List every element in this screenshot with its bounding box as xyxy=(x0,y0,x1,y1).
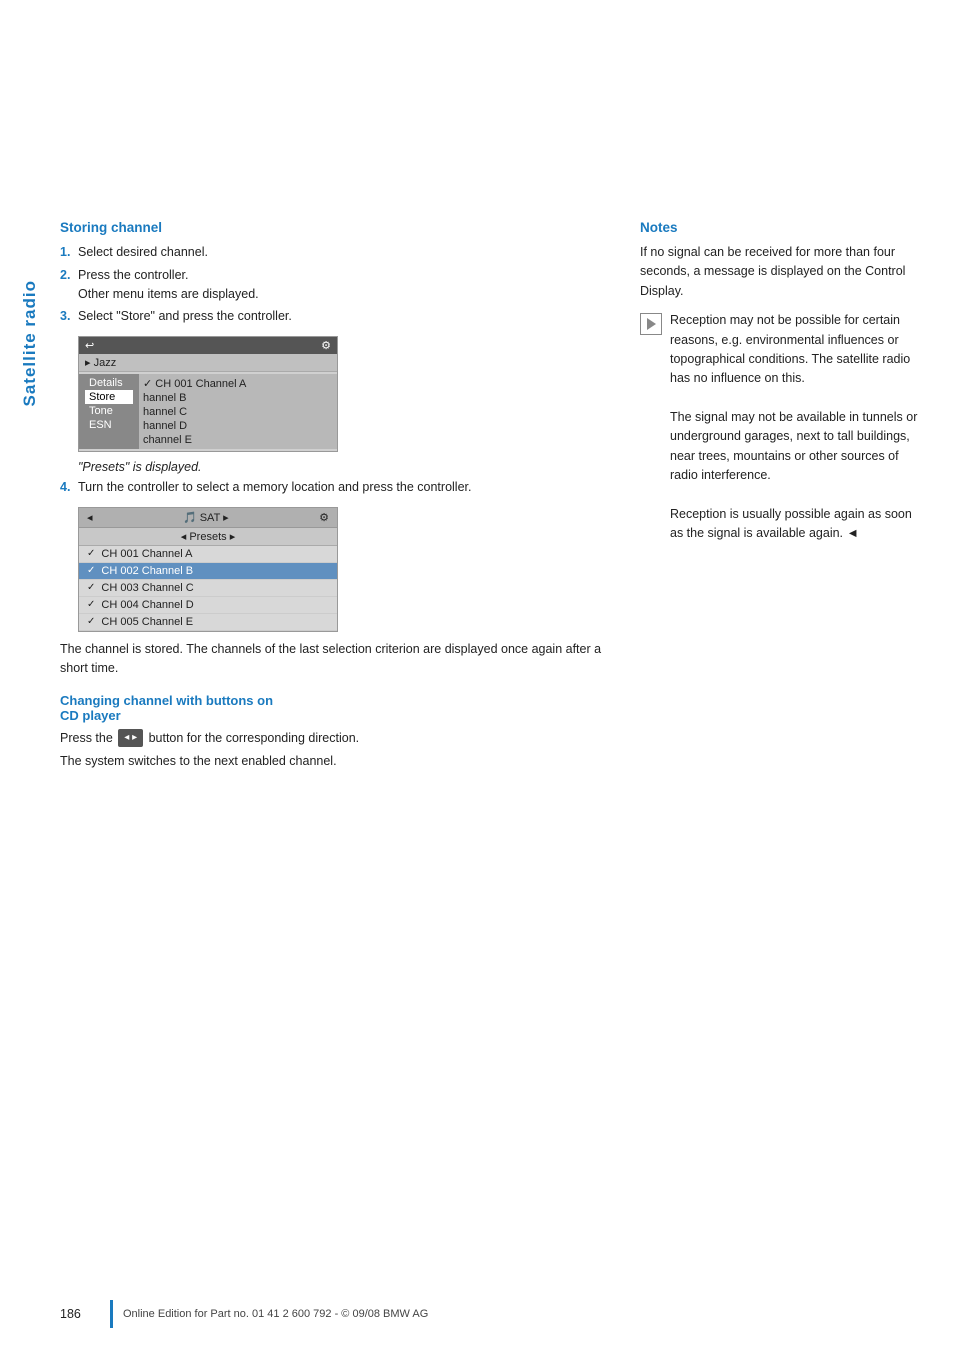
footer-text: Online Edition for Part no. 01 41 2 600 … xyxy=(123,1308,428,1320)
step-2: 2. Press the controller.Other menu items… xyxy=(60,266,610,304)
preset-row-5: ✓ CH 005 Channel E xyxy=(79,614,337,631)
preset-2-name: CH 002 Channel B xyxy=(101,565,193,577)
step-2-text: Press the controller.Other menu items ar… xyxy=(78,266,610,304)
screen1-ch-c: hannel C xyxy=(143,405,333,419)
play-icon xyxy=(640,313,662,335)
preset-row-4: ✓ CH 004 Channel D xyxy=(79,597,337,614)
preset-1-check: ✓ xyxy=(87,548,95,559)
screen1-ch-e: channel E xyxy=(143,433,333,447)
screen2-sat-label: 🎵 SAT ▸ xyxy=(183,511,229,524)
preset-row-2: ✓ CH 002 Channel B xyxy=(79,563,337,580)
note-2-text: Reception may not be possible for certai… xyxy=(670,311,920,544)
screen1-topbar: ↩ ⚙ xyxy=(79,337,337,354)
main-content: Storing channel 1. Select desired channe… xyxy=(60,220,920,1278)
steps-list: 1. Select desired channel. 2. Press the … xyxy=(60,243,610,326)
preset-2-check: ✓ xyxy=(87,565,95,576)
note-2-block: Reception may not be possible for certai… xyxy=(640,311,920,554)
storing-channel-title: Storing channel xyxy=(60,220,610,235)
screen-mockup-2: ◂ 🎵 SAT ▸ ⚙ ◂ Presets ▸ ✓ CH 001 Channel… xyxy=(78,507,338,632)
changing-channel-title: Changing channel with buttons onCD playe… xyxy=(60,693,610,723)
preset-row-1: ✓ CH 001 Channel A xyxy=(79,546,337,563)
step-4-num: 4. xyxy=(60,478,78,497)
step-1-num: 1. xyxy=(60,243,78,262)
changing-channel-body1: Press the ◂ ▸ button for the correspondi… xyxy=(60,729,610,748)
screen1-menu-items: Details Store Tone ESN xyxy=(79,374,139,449)
channel-stored-text: The channel is stored. The channels of t… xyxy=(60,640,610,679)
step-2-num: 2. xyxy=(60,266,78,285)
cd-button-icon: ◂ ▸ xyxy=(118,729,143,747)
preset-4-name: CH 004 Channel D xyxy=(101,599,193,611)
left-column: Storing channel 1. Select desired channe… xyxy=(60,220,610,1278)
screen2-presets-bar: ◂ Presets ▸ xyxy=(79,528,337,546)
step4-list: 4. Turn the controller to select a memor… xyxy=(60,478,610,497)
screen1-channel-list: ✓ CH 001 Channel A hannel B hannel C han… xyxy=(139,374,337,449)
right-column: Notes If no signal can be received for m… xyxy=(640,220,920,1278)
menu-item-details: Details xyxy=(85,376,133,390)
screen1-channels-area: Details Store Tone ESN ✓ CH 001 Channel … xyxy=(79,372,337,451)
screen1-ch-b: hannel B xyxy=(143,391,333,405)
menu-item-esn: ESN xyxy=(85,418,133,432)
screen1-ch-a: ✓ CH 001 Channel A xyxy=(143,376,333,391)
page-number: 186 xyxy=(60,1307,100,1321)
step-3-text: Select "Store" and press the controller. xyxy=(78,307,610,326)
screen1-jazz-row: ▸ Jazz xyxy=(79,354,337,372)
step-3-num: 3. xyxy=(60,307,78,326)
screen1-back-icon: ↩ xyxy=(85,339,94,352)
screen2-settings-icon: ⚙ xyxy=(319,511,329,524)
screen1-settings-icon: ⚙ xyxy=(321,339,331,352)
preset-5-check: ✓ xyxy=(87,616,95,627)
preset-5-name: CH 005 Channel E xyxy=(101,616,193,628)
step-1: 1. Select desired channel. xyxy=(60,243,610,262)
footer-bar xyxy=(110,1300,113,1328)
footer: 186 Online Edition for Part no. 01 41 2 … xyxy=(60,1300,920,1328)
play-triangle xyxy=(647,318,656,330)
screen-mockup-1: ↩ ⚙ ▸ Jazz Details Store Tone ESN ✓ CH 0… xyxy=(78,336,338,452)
menu-item-store: Store xyxy=(85,390,133,404)
changing-channel-body2: The system switches to the next enabled … xyxy=(60,752,610,771)
step-4: 4. Turn the controller to select a memor… xyxy=(60,478,610,497)
step-4-text: Turn the controller to select a memory l… xyxy=(78,478,610,497)
preset-3-check: ✓ xyxy=(87,582,95,593)
note-1-text: If no signal can be received for more th… xyxy=(640,243,920,301)
step-3: 3. Select "Store" and press the controll… xyxy=(60,307,610,326)
screen2-topbar: ◂ 🎵 SAT ▸ ⚙ xyxy=(79,508,337,528)
preset-3-name: CH 003 Channel C xyxy=(101,582,193,594)
preset-1-name: CH 001 Channel A xyxy=(101,548,192,560)
preset-4-check: ✓ xyxy=(87,599,95,610)
presets-displayed-text: "Presets" is displayed. xyxy=(78,460,610,474)
screen1-ch-d: hannel D xyxy=(143,419,333,433)
step-1-text: Select desired channel. xyxy=(78,243,610,262)
notes-title: Notes xyxy=(640,220,920,235)
sidebar-label: Satellite radio xyxy=(20,280,40,406)
menu-item-tone: Tone xyxy=(85,404,133,418)
preset-row-3: ✓ CH 003 Channel C xyxy=(79,580,337,597)
screen2-left-arrow: ◂ xyxy=(87,511,93,524)
